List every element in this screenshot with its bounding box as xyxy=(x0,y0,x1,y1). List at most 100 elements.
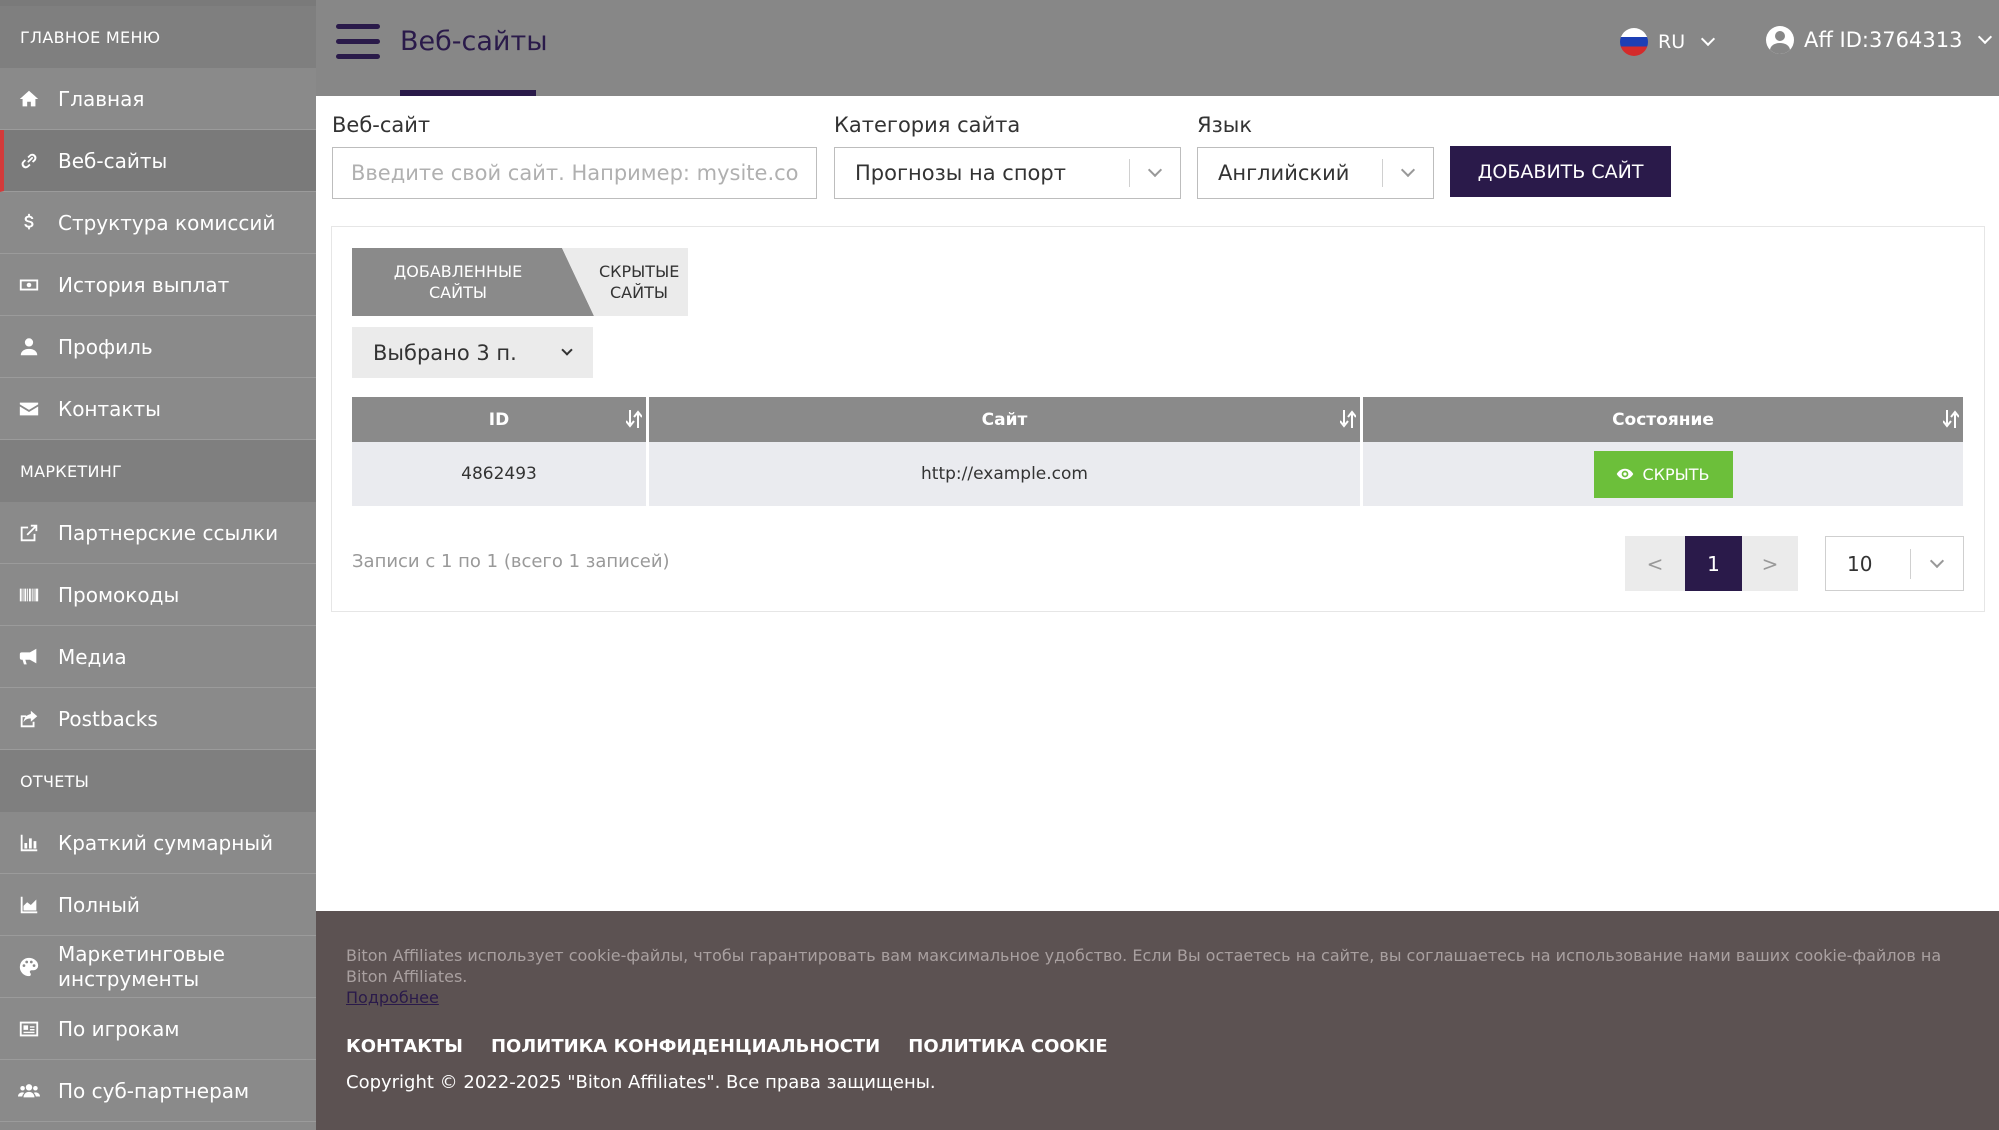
external-link-icon xyxy=(16,521,42,545)
cell-site: http://example.com xyxy=(649,442,1363,506)
sidebar-section-label: Маркетинг xyxy=(20,461,123,481)
user-avatar-icon xyxy=(1766,26,1794,54)
sidebar-item-label: Партнерские ссылки xyxy=(58,520,279,545)
sidebar-item-label: По суб-партнерам xyxy=(58,1078,250,1103)
sidebar-item-label: История выплат xyxy=(58,272,230,297)
sidebar-item-profile[interactable]: Профиль xyxy=(0,316,316,378)
sidebar-item-short-report[interactable]: Краткий суммарный xyxy=(0,812,316,874)
category-field-label: Категория сайта xyxy=(834,113,1021,137)
hide-site-button[interactable]: Скрыть xyxy=(1593,450,1733,498)
sidebar-item-promocodes[interactable]: Промокоды xyxy=(0,564,316,626)
cookie-more-link[interactable]: Подробнее xyxy=(346,988,439,1007)
eye-icon xyxy=(1617,468,1634,480)
envelope-icon xyxy=(16,397,42,421)
id-card-icon xyxy=(16,1017,42,1041)
category-select-value: Прогнозы на спорт xyxy=(855,161,1066,185)
sidebar-item-label: По игрокам xyxy=(58,1016,180,1041)
hide-button-label: Скрыть xyxy=(1642,464,1710,484)
sidebar-item-label: Веб-сайты xyxy=(58,148,168,173)
bar-chart-icon xyxy=(16,831,42,855)
sidebar-item-label: Медиа xyxy=(58,644,127,669)
records-info: Записи с 1 по 1 (всего 1 записей) xyxy=(352,551,670,572)
sidebar-item-label: Postbacks xyxy=(58,706,158,731)
russia-flag-icon xyxy=(1620,28,1648,56)
sidebar-item-label: Профиль xyxy=(58,334,153,359)
sidebar-section-reports: Отчеты xyxy=(0,750,316,812)
sidebar-item-media[interactable]: Медиа xyxy=(0,626,316,688)
website-field-label: Веб-сайт xyxy=(332,113,431,137)
sort-icon xyxy=(1943,410,1959,428)
footer: Biton Affiliates использует cookie-файлы… xyxy=(316,911,1999,1130)
footer-link-privacy-policy[interactable]: Политика конфиденциальности xyxy=(491,1036,880,1057)
sidebar-item-label: Маркетинговые инструменты xyxy=(58,941,225,991)
sidebar-item-websites[interactable]: Веб-сайты xyxy=(0,130,316,192)
sidebar-item-full-report[interactable]: Полный xyxy=(0,874,316,936)
chevron-down-icon xyxy=(1978,29,1993,45)
sidebar-section-main: Главное меню xyxy=(0,6,316,68)
pagination-page-1[interactable]: 1 xyxy=(1685,536,1742,591)
footer-link-cookie-policy[interactable]: Политика cookie xyxy=(908,1036,1107,1057)
cell-id: 4862493 xyxy=(352,442,649,506)
language-selector[interactable]: RU xyxy=(1620,28,1716,56)
sidebar-item-payouts[interactable]: История выплат xyxy=(0,254,316,316)
sidebar-item-by-subpartners[interactable]: По суб-партнерам xyxy=(0,1060,316,1122)
language-code: RU xyxy=(1658,31,1686,53)
table-row: 4862493 http://example.com Скрыть xyxy=(352,442,1963,506)
page-size-select[interactable]: 10 xyxy=(1825,536,1964,591)
tab-label: Скрытые сайты xyxy=(599,262,680,302)
tab-added-sites[interactable]: Добавленные сайты xyxy=(352,248,594,316)
column-header-site[interactable]: Сайт xyxy=(649,397,1363,442)
chevron-down-icon xyxy=(1383,162,1433,178)
cookie-notice-text: Biton Affiliates использует cookie-файлы… xyxy=(346,946,1942,986)
dollar-icon xyxy=(16,211,42,235)
footer-link-contacts[interactable]: Контакты xyxy=(346,1036,463,1057)
sidebar-item-label: Полный xyxy=(58,892,140,917)
sidebar-item-commissions[interactable]: Структура комиссий xyxy=(0,192,316,254)
link-icon xyxy=(16,149,42,173)
column-header-label: Состояние xyxy=(1612,409,1714,430)
category-select[interactable]: Прогнозы на спорт xyxy=(834,147,1181,199)
cookie-notice: Biton Affiliates использует cookie-файлы… xyxy=(346,945,1986,1008)
sidebar-item-marketing-tools[interactable]: Маркетинговые инструменты xyxy=(0,936,316,998)
sidebar-item-home[interactable]: Главная xyxy=(0,68,316,130)
column-header-status[interactable]: Состояние xyxy=(1363,397,1963,442)
top-header: Веб-сайты RU Aff ID:3764313 xyxy=(316,0,1999,96)
barcode-icon xyxy=(16,583,42,607)
column-header-id[interactable]: ID xyxy=(352,397,649,442)
sidebar-item-postbacks[interactable]: Postbacks xyxy=(0,688,316,750)
palette-icon xyxy=(16,955,42,979)
column-header-label: Сайт xyxy=(981,409,1028,430)
add-site-button[interactable]: Добавить сайт xyxy=(1450,146,1671,197)
chevron-down-icon xyxy=(561,344,573,356)
language-field-label: Язык xyxy=(1197,113,1253,137)
pagination-prev-button[interactable]: < xyxy=(1625,536,1685,591)
affiliate-account-menu[interactable]: Aff ID:3764313 xyxy=(1766,26,1993,54)
language-select[interactable]: Английский xyxy=(1197,147,1434,199)
websites-table: ID Сайт Состояние 4862493 http://example… xyxy=(352,397,1963,506)
pagination-next-button[interactable]: > xyxy=(1742,536,1798,591)
page-title-underline xyxy=(400,90,536,96)
megaphone-icon xyxy=(16,645,42,669)
column-header-label: ID xyxy=(488,409,510,430)
sidebar-section-marketing: Маркетинг xyxy=(0,440,316,502)
sidebar-item-by-players[interactable]: По игрокам xyxy=(0,998,316,1060)
sidebar-item-label: Структура комиссий xyxy=(58,210,276,235)
chevron-down-icon xyxy=(1911,553,1963,568)
sidebar-item-contacts[interactable]: Контакты xyxy=(0,378,316,440)
sidebar-item-label: Краткий суммарный xyxy=(58,830,274,855)
hamburger-menu-icon[interactable] xyxy=(336,24,380,60)
page-title: Веб-сайты xyxy=(400,26,548,57)
website-input[interactable] xyxy=(332,147,817,199)
sort-icon xyxy=(1340,410,1356,428)
sidebar-section-label: Отчеты xyxy=(20,771,90,791)
sidebar-item-label: Главная xyxy=(58,86,145,111)
sidebar-item-partner-links[interactable]: Партнерские ссылки xyxy=(0,502,316,564)
websites-card: Добавленные сайты Скрытые сайты Выбрано … xyxy=(331,226,1985,612)
column-filter-dropdown[interactable]: Выбрано 3 п. xyxy=(352,327,593,378)
sidebar-item-label: Промокоды xyxy=(58,582,180,607)
copyright: Copyright © 2022-2025 "Biton Affiliates"… xyxy=(346,1072,936,1093)
sidebar-section-label: Главное меню xyxy=(20,27,161,47)
tab-label: Добавленные сайты xyxy=(393,262,523,302)
users-icon xyxy=(16,1079,42,1103)
page-size-value: 10 xyxy=(1847,551,1873,576)
